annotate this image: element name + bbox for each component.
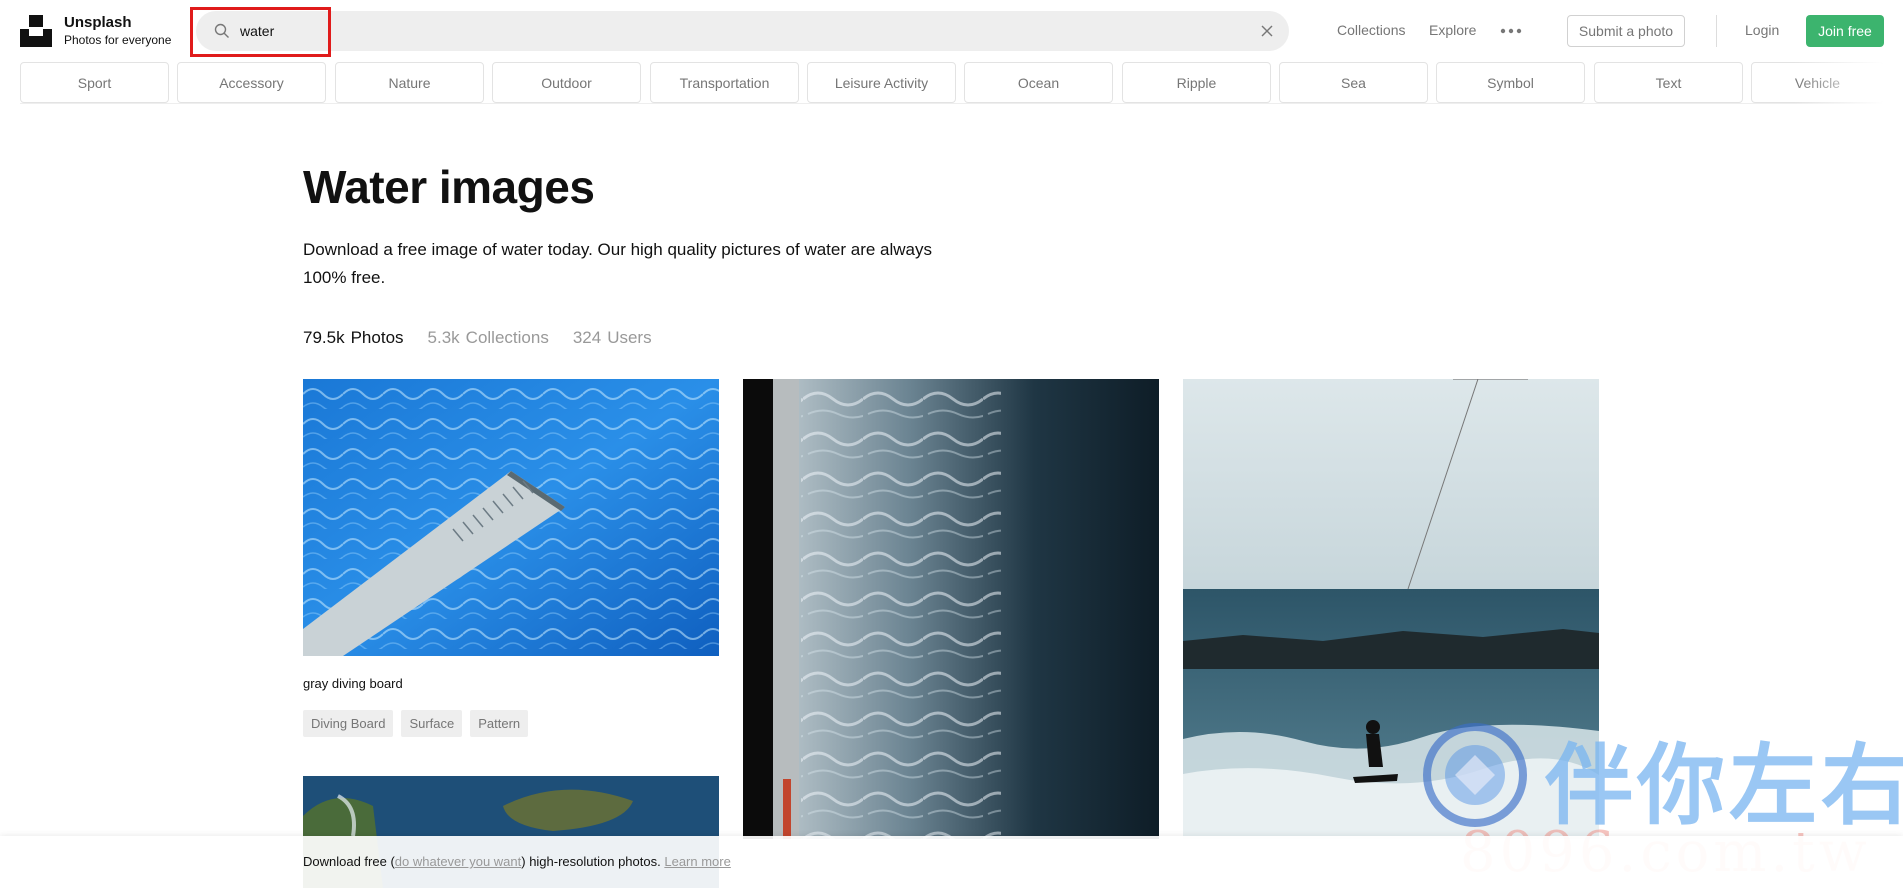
tab-photos[interactable]: 79.5k Photos xyxy=(303,328,404,348)
category-pill[interactable]: Sport xyxy=(20,62,169,103)
submit-photo-button[interactable]: Submit a photo xyxy=(1567,15,1685,47)
top-header: Unsplash Photos for everyone Collections… xyxy=(0,0,1903,62)
header-divider xyxy=(1716,15,1717,47)
category-pill[interactable]: Leisure Activity xyxy=(807,62,956,103)
page: Unsplash Photos for everyone Collections… xyxy=(0,0,1903,888)
tab-collections[interactable]: 5.3k Collections xyxy=(428,328,549,348)
clear-search-icon[interactable] xyxy=(1259,23,1275,39)
related-categories-bar: Sport Accessory Nature Outdoor Transport… xyxy=(20,62,1884,104)
category-pill[interactable]: Nature xyxy=(335,62,484,103)
photo-kitesurfer[interactable] xyxy=(1183,379,1599,839)
watermark-globe-icon xyxy=(1423,723,1527,827)
photo-diving-board[interactable] xyxy=(303,379,719,656)
photo-image xyxy=(743,379,1159,839)
category-pill[interactable]: Ripple xyxy=(1122,62,1271,103)
tab-label: Collections xyxy=(465,328,549,347)
learn-more-link[interactable]: Learn more xyxy=(664,854,730,869)
login-link[interactable]: Login xyxy=(1745,22,1779,38)
banner-prefix: Download free ( xyxy=(303,854,395,869)
photo-image xyxy=(303,379,719,656)
brand-tagline: Photos for everyone xyxy=(64,33,172,47)
category-pill[interactable]: Symbol xyxy=(1436,62,1585,103)
nav-collections-link[interactable]: Collections xyxy=(1337,22,1405,38)
category-pill[interactable]: Outdoor xyxy=(492,62,641,103)
tab-count: 79.5k xyxy=(303,328,345,347)
search-input[interactable] xyxy=(240,11,1200,51)
category-pill[interactable]: Transportation xyxy=(650,62,799,103)
photo-ship-wake[interactable] xyxy=(743,379,1159,839)
search-icon xyxy=(214,23,229,38)
tab-label: Users xyxy=(607,328,652,347)
category-pill[interactable]: Sea xyxy=(1279,62,1428,103)
brand-name: Unsplash xyxy=(64,14,132,31)
category-pill[interactable]: Ocean xyxy=(964,62,1113,103)
page-title: Water images xyxy=(303,161,595,213)
tag[interactable]: Pattern xyxy=(470,710,529,737)
category-scroll-fade xyxy=(1794,62,1884,104)
more-options-icon[interactable] xyxy=(1500,24,1522,38)
unsplash-logo-icon xyxy=(20,15,52,47)
search-bar[interactable] xyxy=(196,11,1289,51)
download-banner: Download free (do whatever you want) hig… xyxy=(0,836,1903,888)
tab-label: Photos xyxy=(350,328,404,347)
tag[interactable]: Diving Board xyxy=(303,710,394,737)
unsplash-logo[interactable]: Unsplash Photos for everyone xyxy=(20,14,171,48)
join-free-button[interactable]: Join free xyxy=(1806,15,1884,47)
tab-count: 5.3k xyxy=(427,328,460,347)
license-link[interactable]: do whatever you want xyxy=(395,854,521,869)
tab-count: 324 xyxy=(572,328,602,347)
tag[interactable]: Surface xyxy=(401,710,463,737)
banner-text: Download free (do whatever you want) hig… xyxy=(303,854,731,869)
photo-tags: Diving Board Surface Pattern xyxy=(303,710,529,737)
result-tabs: 79.5k Photos 5.3k Collections 324 Users xyxy=(303,328,652,348)
category-pill[interactable]: Text xyxy=(1594,62,1743,103)
nav-explore-link[interactable]: Explore xyxy=(1429,22,1476,38)
logo-text: Unsplash Photos for everyone xyxy=(64,14,171,48)
banner-middle: ) high-resolution photos. xyxy=(521,854,661,869)
photo-image xyxy=(1183,379,1599,839)
category-pill[interactable]: Accessory xyxy=(177,62,326,103)
page-description: Download a free image of water today. Ou… xyxy=(303,240,932,287)
photo-caption: gray diving board xyxy=(303,676,403,691)
tab-users[interactable]: 324 Users xyxy=(573,328,652,348)
